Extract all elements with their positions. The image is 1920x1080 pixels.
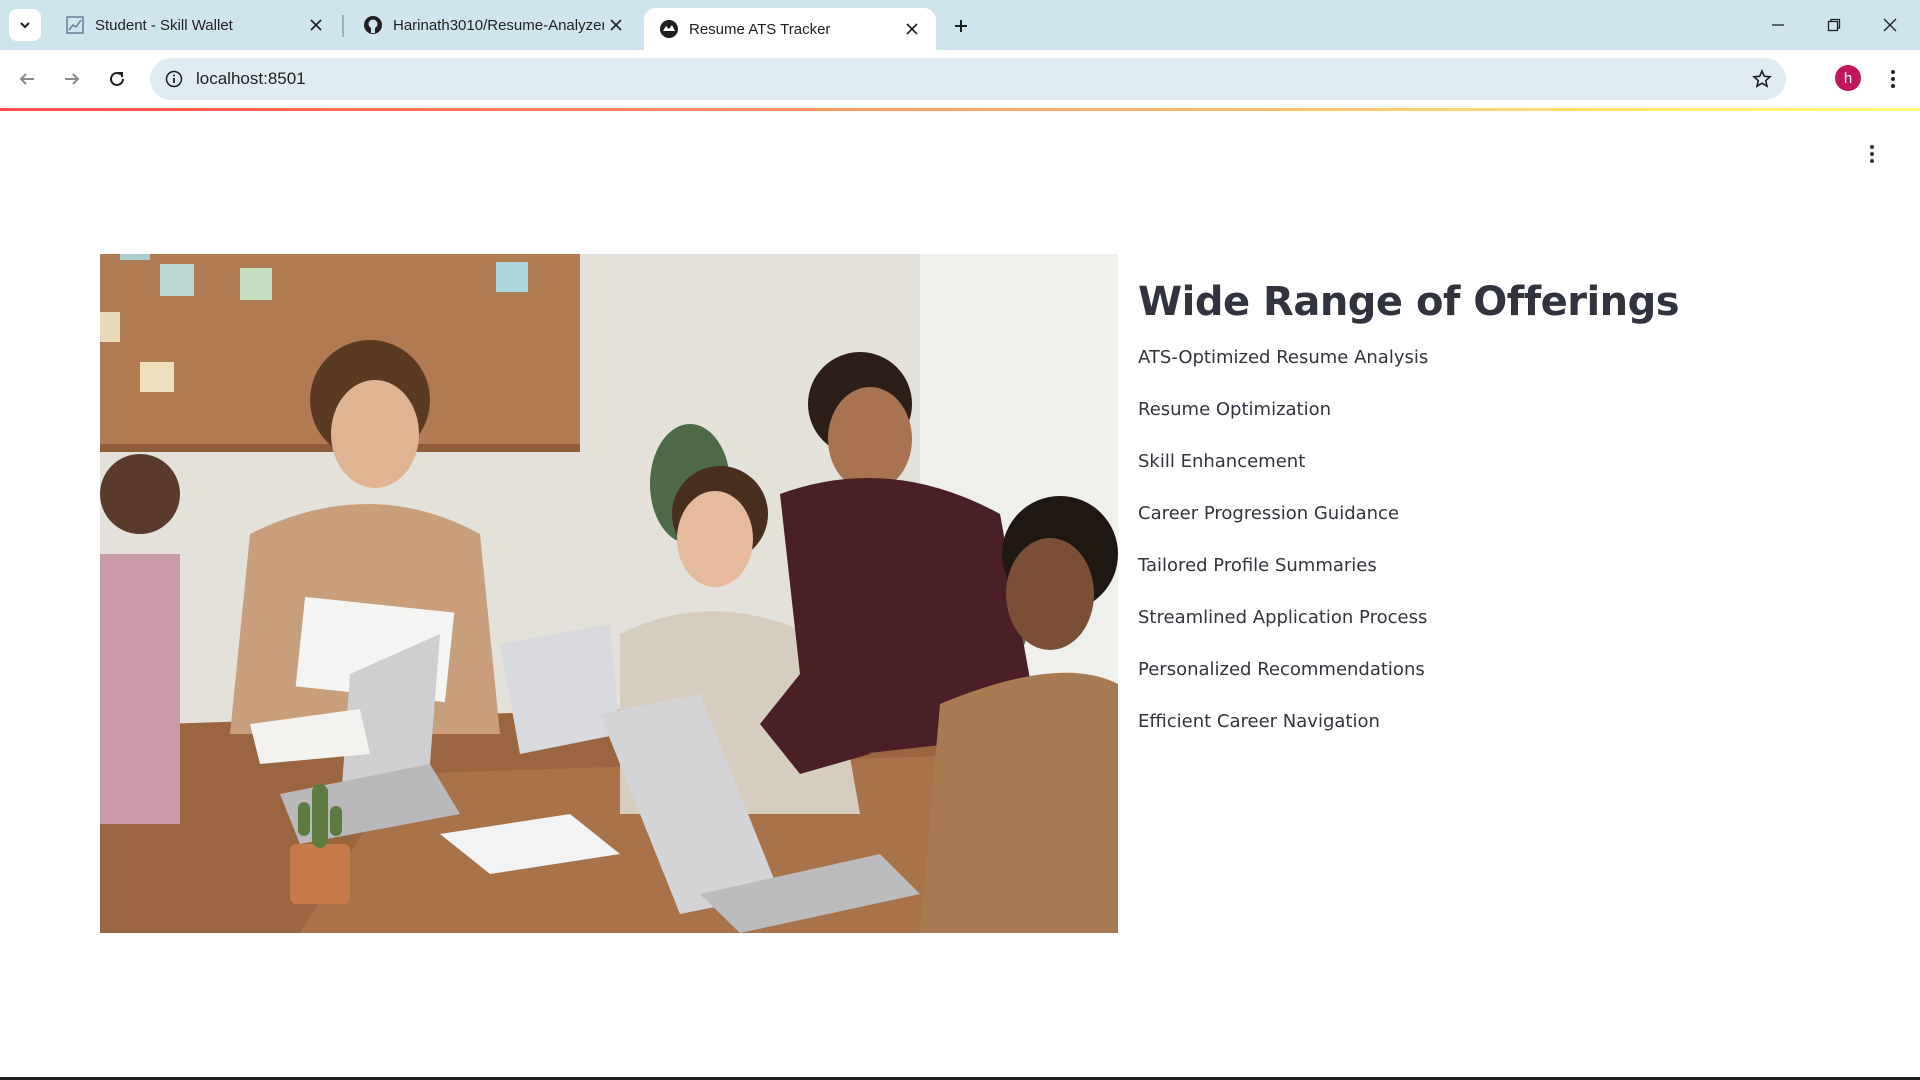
arrow-right-icon — [65, 73, 80, 85]
minimize-button[interactable] — [1750, 0, 1806, 50]
address-bar[interactable]: localhost:8501 — [150, 58, 1786, 100]
minimize-icon — [1772, 24, 1784, 26]
more-vertical-icon — [1870, 145, 1874, 163]
app-decoration-bar — [0, 108, 1920, 111]
info-icon[interactable] — [162, 67, 186, 91]
browser-menu-button[interactable] — [1880, 65, 1906, 93]
close-window-button[interactable] — [1862, 0, 1918, 50]
tab-skill-wallet[interactable]: Student - Skill Wallet — [50, 0, 340, 50]
url-text[interactable]: localhost:8501 — [196, 69, 306, 89]
offering-item: Tailored Profile Summaries — [1138, 555, 1377, 576]
reload-button[interactable] — [99, 61, 135, 97]
streamlit-icon — [659, 19, 679, 39]
chevron-down-icon — [20, 22, 30, 29]
close-icon — [1883, 18, 1897, 32]
forward-button[interactable] — [54, 61, 90, 97]
offerings-list: ATS-Optimized Resume Analysis Resume Opt… — [1138, 344, 1858, 760]
restore-icon — [1827, 18, 1841, 32]
tab-title: Student - Skill Wallet — [95, 16, 233, 34]
github-icon — [363, 15, 383, 35]
plus-icon — [955, 20, 967, 32]
tab-separator — [342, 15, 344, 37]
tab-search-button[interactable] — [9, 9, 41, 41]
tab-resume-ats-tracker[interactable]: Resume ATS Tracker — [644, 8, 936, 50]
new-tab-button[interactable] — [944, 11, 978, 41]
page-title: Wide Range of Offerings — [1138, 279, 1680, 325]
team-meeting-illustration — [100, 254, 1118, 933]
close-icon[interactable] — [304, 13, 328, 37]
tab-github[interactable]: Harinath3010/Resume-Analyzer — [348, 0, 640, 50]
profile-avatar[interactable]: h — [1835, 65, 1861, 91]
tab-title: Resume ATS Tracker — [689, 20, 831, 38]
offering-item: Efficient Career Navigation — [1138, 711, 1380, 732]
team-meeting-photo — [100, 254, 1118, 933]
tab-title: Harinath3010/Resume-Analyzer — [393, 16, 604, 34]
reload-icon — [110, 71, 124, 86]
chart-icon — [65, 15, 85, 35]
back-button[interactable] — [9, 61, 45, 97]
close-icon[interactable] — [604, 13, 628, 37]
offering-item: Streamlined Application Process — [1138, 607, 1428, 628]
tab-strip: Student - Skill Wallet Harinath3010/Resu… — [0, 0, 1920, 50]
close-icon[interactable] — [900, 17, 924, 41]
offerings-section: Wide Range of Offerings ATS-Optimized Re… — [1138, 270, 1858, 760]
restore-button[interactable] — [1806, 0, 1862, 50]
offering-item: Personalized Recommendations — [1138, 659, 1425, 680]
app-main-menu-button[interactable] — [1858, 140, 1886, 168]
offering-item: Resume Optimization — [1138, 399, 1332, 420]
offering-item: Career Progression Guidance — [1138, 503, 1400, 524]
star-icon[interactable] — [1748, 65, 1776, 93]
offering-item: ATS-Optimized Resume Analysis — [1138, 347, 1429, 368]
arrow-left-icon — [19, 73, 34, 85]
offering-item: Skill Enhancement — [1138, 451, 1306, 472]
more-vertical-icon — [1891, 70, 1895, 88]
browser-toolbar: localhost:8501 h — [0, 50, 1920, 108]
